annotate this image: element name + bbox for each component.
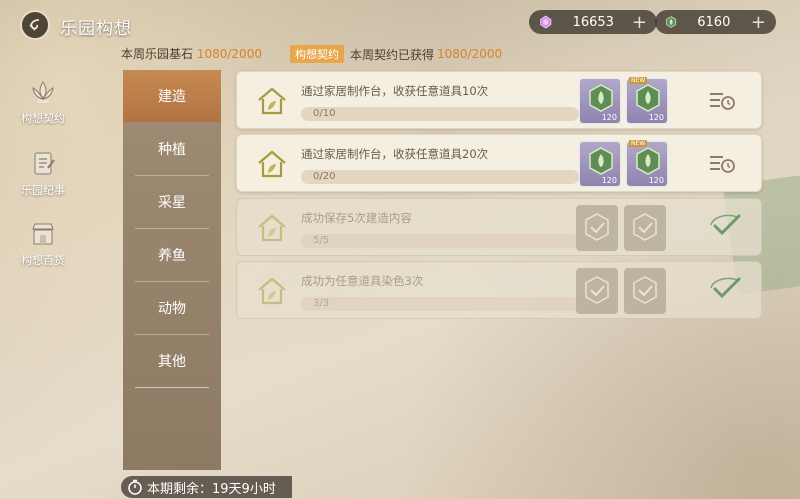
task-description: 通过家居制作台，收获任意道具20次 (301, 147, 489, 161)
shop-icon (32, 223, 54, 245)
tab-fish[interactable]: 养鱼 (123, 229, 221, 281)
house-build-icon (258, 277, 286, 305)
task-progress-text: 5/5 (313, 235, 330, 246)
reward-claimed (624, 205, 666, 251)
weekly-pact-value: 1080/2000 (437, 47, 503, 61)
tab-label: 动物 (158, 301, 186, 317)
task-progress-fill (301, 234, 579, 248)
back-swirl-icon (29, 19, 40, 31)
page-title: 乐园构想 (60, 19, 132, 39)
task-card: 通过家居制作台，收获任意道具20次 0/20 120 NEW 120 (236, 134, 762, 192)
claimed-check-icon (633, 276, 657, 304)
claimed-check-icon (585, 213, 609, 241)
sidebar-item-label: 乐园纪事 (21, 184, 65, 197)
reward-claimed (576, 268, 618, 314)
weekly-pact-info: 构想契约 本周契约已获得 1080/2000 (290, 45, 502, 63)
weekly-stone-info: 本周乐园基石 1080/2000 (121, 45, 262, 62)
add-leaf-button[interactable]: + (751, 12, 766, 33)
completed-check-icon (710, 277, 741, 299)
task-card: 通过家居制作台，收获任意道具10次 0/10 120 NEW 120 (236, 71, 762, 129)
reward-new-tag: NEW (629, 77, 648, 84)
task-progress-text: 0/20 (313, 171, 336, 182)
task-progress-text: 0/10 (313, 108, 336, 119)
task-progress-bar: 5/5 (301, 234, 579, 248)
house-build-icon (258, 214, 286, 242)
sidebar-item-chronicle[interactable]: 乐园纪事 (6, 150, 80, 198)
tab-other[interactable]: 其他 (123, 335, 221, 387)
task-progress-fill (301, 297, 579, 311)
green-leaf-token-icon (666, 16, 677, 28)
task-progress-bar: 0/20 (301, 170, 579, 184)
reward-item[interactable]: 120 (579, 78, 621, 124)
pact-tag: 构想契约 (290, 45, 344, 63)
task-card-completed: 成功为任意道具染色3次 3/3 (236, 261, 762, 319)
claimed-check-icon (633, 213, 657, 241)
gem-currency: 16653 + (529, 10, 657, 34)
sidebar-item-pact[interactable]: 构想契约 (6, 78, 80, 126)
lotus-emblem-icon (32, 81, 54, 103)
reward-item[interactable]: NEW 120 (626, 140, 668, 187)
tab-label: 采星 (158, 195, 186, 211)
timer-label: 本期剩余：19天9小时 (147, 481, 276, 497)
weekly-stone-value: 1080/2000 (196, 47, 262, 61)
task-description: 成功为任意道具染色3次 (301, 274, 424, 288)
back-button[interactable] (20, 10, 50, 40)
tab-divider (135, 387, 209, 388)
tab-plant[interactable]: 种植 (123, 123, 221, 175)
reward-claimed (624, 268, 666, 314)
add-gem-button[interactable]: + (632, 12, 647, 33)
list-clock-icon[interactable] (707, 88, 737, 114)
leaf-amount: 6160 (697, 14, 731, 30)
gem-amount: 16653 (572, 14, 614, 30)
claimed-check-icon (585, 276, 609, 304)
reward-count: 120 (601, 176, 617, 185)
leaf-currency: 6160 + (655, 10, 776, 34)
reward-count: 120 (648, 113, 664, 122)
tab-label: 建造 (158, 89, 186, 105)
reward-item[interactable]: NEW 120 (626, 77, 668, 124)
sidebar-item-shop[interactable]: 构想百货 (6, 220, 80, 268)
tab-animal[interactable]: 动物 (123, 282, 221, 334)
task-card-completed: 成功保存5次建造内容 5/5 (236, 198, 762, 256)
tab-label: 养鱼 (158, 248, 186, 264)
tab-stargaze[interactable]: 采星 (123, 176, 221, 228)
tab-build[interactable]: 建造 (123, 70, 221, 122)
category-tabs: 建造 种植 采星 养鱼 动物 其他 (123, 70, 221, 470)
sidebar-item-label: 构想百货 (21, 254, 65, 267)
list-clock-icon[interactable] (707, 151, 737, 177)
stopwatch-icon (128, 479, 142, 495)
reward-new-tag: NEW (629, 140, 648, 147)
weekly-pact-label: 本周契约已获得 (350, 47, 435, 62)
tab-label: 种植 (158, 142, 186, 158)
task-description: 成功保存5次建造内容 (301, 211, 412, 225)
journal-icon (34, 152, 55, 175)
reward-count: 120 (648, 176, 664, 185)
task-description: 通过家居制作台，收获任意道具10次 (301, 84, 489, 98)
period-remaining-timer: 本期剩余：19天9小时 (121, 476, 292, 498)
weekly-stone-label: 本周乐园基石 (121, 47, 194, 61)
reward-claimed (576, 205, 618, 251)
task-progress-bar: 0/10 (301, 107, 579, 121)
pink-gem-icon (540, 15, 552, 29)
sidebar-item-label: 构想契约 (21, 112, 65, 125)
house-build-icon (258, 150, 286, 178)
task-progress-bar: 3/3 (301, 297, 579, 311)
reward-item[interactable]: 120 (579, 141, 621, 187)
task-progress-text: 3/3 (313, 298, 330, 309)
reward-count: 120 (601, 113, 617, 122)
house-build-icon (258, 87, 286, 115)
completed-check-icon (710, 214, 741, 236)
tab-label: 其他 (158, 354, 186, 370)
